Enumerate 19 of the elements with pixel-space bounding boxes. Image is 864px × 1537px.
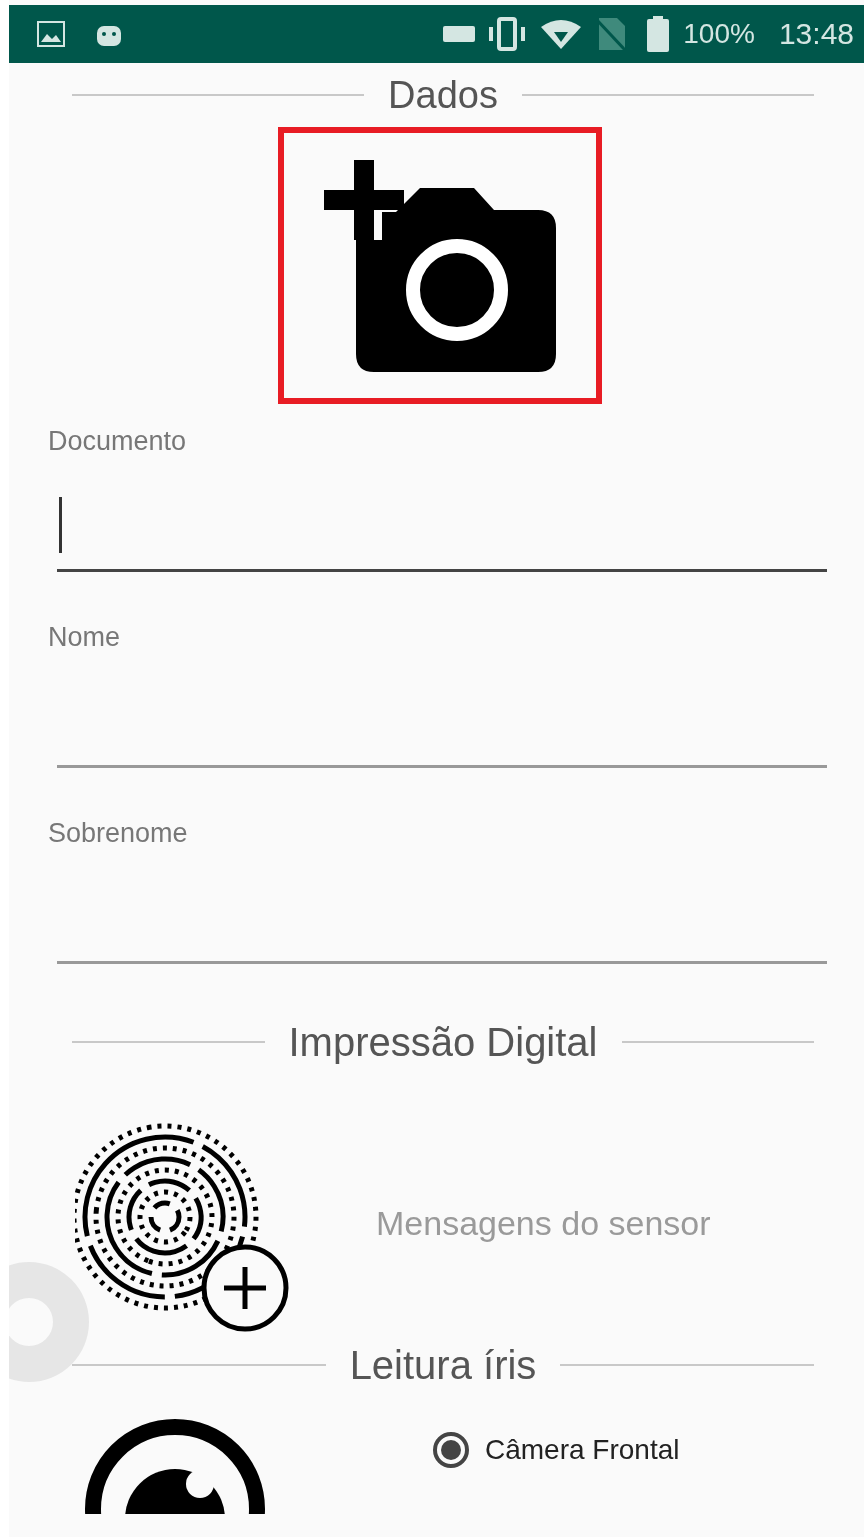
vibrate-icon [487, 17, 528, 51]
battery-level: 100% [683, 18, 755, 50]
clock: 13:48 [778, 17, 854, 51]
add-photo-button[interactable] [278, 127, 602, 404]
section-title: Impressão Digital [288, 1019, 598, 1065]
battery-icon [647, 16, 670, 52]
add-camera-icon [324, 159, 556, 372]
field-label: Sobrenome [48, 818, 189, 849]
no-sim-icon [597, 18, 626, 50]
sensor-message: Mensagens do sensor [376, 1203, 711, 1243]
section-title: Dados [388, 73, 498, 117]
wifi-icon [541, 19, 582, 49]
field-label: Documento [48, 426, 188, 457]
image-icon [37, 21, 65, 47]
field-label: Nome [48, 622, 122, 653]
radio-option[interactable]: Câmera Frontal [433, 1432, 680, 1468]
radio-label: Câmera Frontal [485, 1434, 680, 1466]
section-title: Leitura íris [349, 1342, 537, 1388]
radio-button[interactable] [433, 1432, 469, 1468]
